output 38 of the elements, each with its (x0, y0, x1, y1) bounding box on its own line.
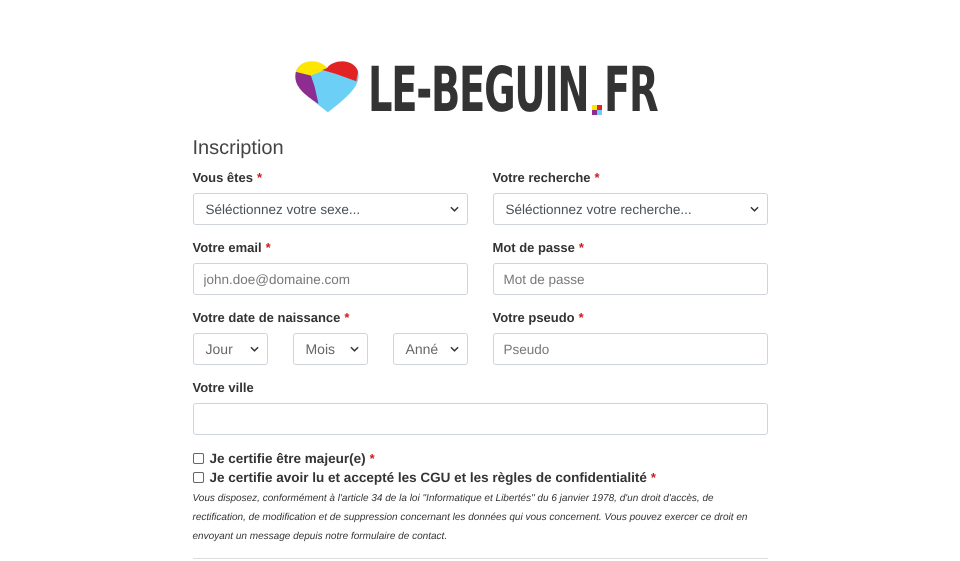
select-dropdown[interactable]: Jour (192, 333, 268, 365)
checkbox-label: Je certifie être majeur(e) (210, 451, 366, 466)
input-field[interactable]: Pseudo (492, 333, 768, 365)
dot-squares-icon (592, 105, 602, 115)
logo-domain: FR (604, 63, 658, 117)
field-label: Vous êtes (192, 170, 253, 185)
chevron-down-icon (750, 206, 758, 212)
select-dropdown[interactable]: Séléctionnez votre recherche... (492, 193, 768, 225)
logo-wordmark: LE-BEGUIN (368, 63, 588, 117)
input-field[interactable]: Mot de passe (492, 263, 768, 295)
checkbox[interactable] (192, 472, 204, 483)
field-label: Votre email (192, 240, 262, 255)
select-dropdown[interactable]: Mois (292, 333, 368, 365)
form-title: Inscription (192, 137, 285, 160)
input-field[interactable]: john.doe@domaine.com (192, 263, 468, 295)
chevron-down-icon (350, 346, 358, 352)
field-label: Votre pseudo (492, 310, 575, 325)
chevron-down-icon (250, 346, 258, 352)
select-dropdown[interactable]: Anné (392, 333, 468, 365)
field-label: Votre ville (192, 380, 254, 395)
field-label: Mot de passe (492, 240, 575, 255)
select-dropdown[interactable]: Séléctionnez votre sexe... (192, 193, 468, 225)
required-mark: * (344, 310, 350, 325)
chevron-down-icon (450, 206, 458, 212)
legal-notice: Vous disposez, conformément à l'article 34 de la loi "Informatique et Libertés" du 6 janvier 1978, d'un droit d'accès, de rectification, de modification et de suppression concernant les données qui vous concernent. Vous pouvez exercer ce droit en envoyant un message depuis notre formulaire de contact. (192, 492, 748, 544)
required-mark: * (594, 170, 600, 185)
input-field[interactable] (192, 403, 768, 435)
field-label: Votre date de naissance (192, 310, 340, 325)
checkbox[interactable] (192, 453, 204, 464)
required-mark: * (256, 170, 262, 185)
checkbox-label: Je certifie avoir lu et accepté les CGU et les règles de confidentialité (210, 470, 647, 485)
field-label: Votre recherche (492, 170, 591, 185)
required-mark: * (370, 451, 375, 466)
required-mark: * (266, 240, 271, 255)
chevron-down-icon (450, 346, 458, 352)
required-mark: * (578, 240, 584, 255)
required-mark: * (578, 310, 584, 325)
required-mark: * (650, 470, 656, 485)
